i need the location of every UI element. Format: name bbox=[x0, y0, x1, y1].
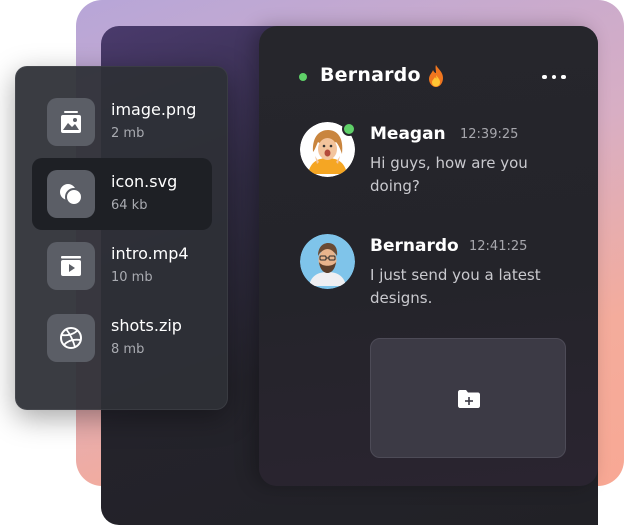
attachment-drop-tile[interactable] bbox=[370, 338, 566, 458]
file-item-shots-zip[interactable]: shots.zip 8 mb bbox=[32, 302, 212, 374]
files-panel: image.png 2 mb icon.svg 64 kb intro.mp4 … bbox=[15, 66, 228, 410]
file-name: shots.zip bbox=[111, 316, 182, 335]
folder-add-icon bbox=[458, 390, 480, 408]
avatar-online-indicator bbox=[342, 122, 356, 136]
message-author: Bernardo bbox=[370, 236, 459, 256]
file-icon-box bbox=[47, 242, 95, 290]
avatar-bernardo bbox=[300, 234, 355, 289]
file-item-intro-mp4[interactable]: intro.mp4 10 mb bbox=[32, 230, 212, 302]
message-author: Meagan bbox=[370, 124, 446, 144]
file-name: intro.mp4 bbox=[111, 244, 189, 263]
chat-panel: Bernardo Meagan 12:39:25 Hi guys, how ar… bbox=[259, 26, 598, 486]
file-item-image-png[interactable]: image.png 2 mb bbox=[32, 86, 212, 158]
shapes-icon bbox=[60, 184, 83, 206]
file-icon-box bbox=[47, 314, 95, 362]
message-time: 12:41:25 bbox=[469, 239, 528, 254]
file-size: 64 kb bbox=[111, 198, 148, 213]
image-icon bbox=[61, 111, 81, 133]
video-icon bbox=[61, 256, 81, 276]
more-options-icon[interactable] bbox=[542, 72, 566, 82]
file-size: 8 mb bbox=[111, 342, 145, 357]
message-text: Hi guys, how are you doing? bbox=[370, 154, 528, 195]
file-icon-box bbox=[47, 98, 95, 146]
fire-icon bbox=[429, 65, 443, 87]
file-icon-box bbox=[47, 170, 95, 218]
chat-title: Bernardo bbox=[320, 64, 421, 86]
file-size: 2 mb bbox=[111, 126, 145, 141]
message-time: 12:39:25 bbox=[460, 127, 519, 142]
file-size: 10 mb bbox=[111, 270, 153, 285]
online-status-dot bbox=[299, 73, 307, 81]
file-item-icon-svg[interactable]: icon.svg 64 kb bbox=[32, 158, 212, 230]
chat-header: Bernardo bbox=[259, 26, 598, 126]
file-name: icon.svg bbox=[111, 172, 178, 191]
file-name: image.png bbox=[111, 100, 197, 119]
message-text: I just send you a latest designs. bbox=[370, 266, 541, 307]
dribbble-icon bbox=[60, 327, 82, 349]
